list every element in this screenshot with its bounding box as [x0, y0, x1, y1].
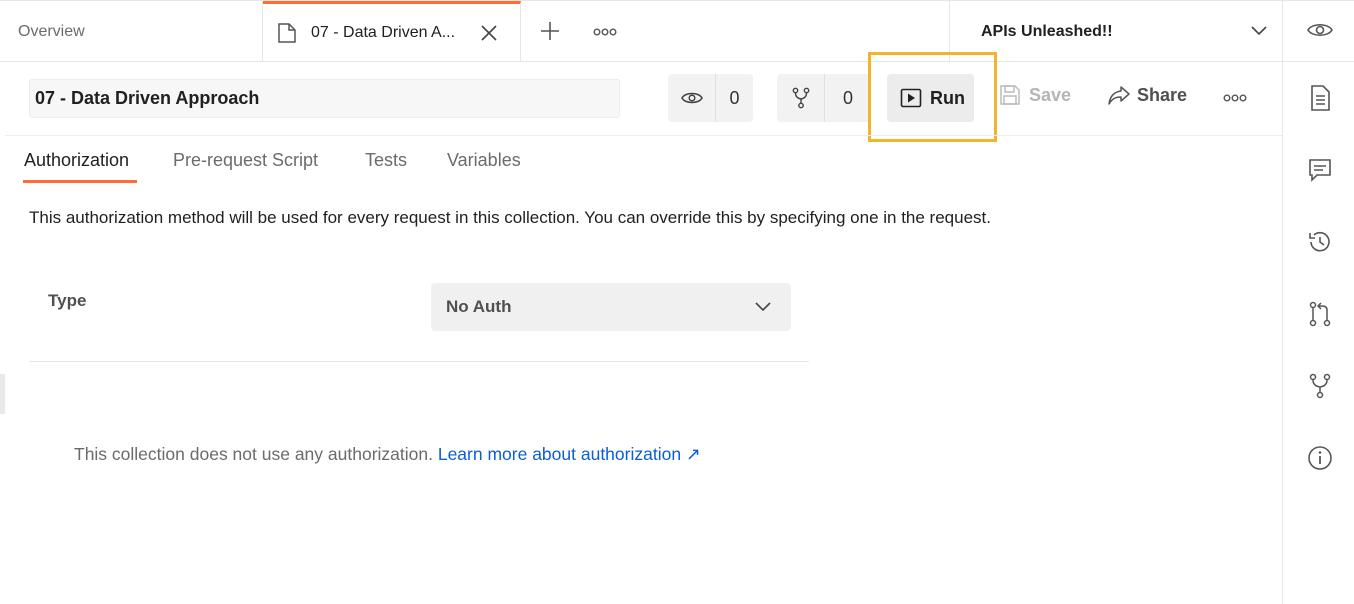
environment-name: APIs Unleashed!!: [981, 22, 1113, 40]
share-icon: [1108, 84, 1130, 106]
learn-more-link[interactable]: Learn more about authorization ↗: [438, 444, 701, 464]
pull-request-icon[interactable]: [1307, 301, 1333, 327]
tab-pre-request-script[interactable]: Pre-request Script: [173, 150, 318, 171]
add-tab-icon[interactable]: [538, 19, 562, 43]
type-label: Type: [48, 291, 87, 310]
no-auth-text: This collection does not use any authori…: [74, 444, 433, 464]
tab-authorization[interactable]: Authorization: [24, 150, 129, 171]
more-options-icon[interactable]: [1222, 88, 1248, 108]
fork-icon[interactable]: [1307, 373, 1333, 399]
chevron-down-icon: [753, 297, 773, 317]
more-tabs-icon[interactable]: [592, 21, 618, 43]
fork-button[interactable]: 0: [777, 74, 871, 122]
history-icon[interactable]: [1307, 229, 1333, 255]
save-label: Save: [1029, 84, 1072, 105]
save-button[interactable]: Save: [999, 84, 1071, 106]
play-icon: [900, 87, 922, 109]
auth-type-dropdown[interactable]: No Auth: [431, 283, 791, 331]
share-label: Share: [1137, 84, 1188, 105]
run-button[interactable]: Run: [887, 74, 974, 122]
watch-count: 0: [729, 87, 740, 108]
save-icon: [999, 84, 1021, 106]
authorization-description: This authorization method will be used f…: [29, 208, 991, 227]
tab-overview[interactable]: Overview: [0, 1, 263, 62]
share-button[interactable]: Share: [1108, 84, 1187, 106]
right-sidebar: [1282, 0, 1354, 604]
postman-app: Overview 07 - Data Driven A... APIs Unle…: [0, 0, 1354, 604]
fork-icon: [777, 74, 825, 122]
chevron-down-icon: [1249, 21, 1269, 41]
tab-variables[interactable]: Variables: [447, 150, 521, 171]
eye-icon: [668, 74, 716, 122]
active-tab-indicator: [23, 180, 137, 183]
eye-icon[interactable]: [1307, 17, 1333, 43]
tab-tests[interactable]: Tests: [365, 150, 407, 171]
header-divider: [5, 135, 1282, 136]
fork-count: 0: [842, 87, 853, 108]
tab-bar: Overview 07 - Data Driven A... APIs Unle…: [0, 0, 1354, 62]
auth-type-value: No Auth: [446, 297, 512, 316]
environment-selector[interactable]: APIs Unleashed!!: [949, 1, 1282, 62]
collection-name-field[interactable]: 07 - Data Driven Approach: [29, 79, 620, 118]
collection-icon: [276, 22, 298, 44]
sidebar-resize-handle[interactable]: [0, 374, 5, 414]
watch-button[interactable]: 0: [668, 74, 753, 122]
close-icon[interactable]: [477, 21, 501, 45]
comments-icon[interactable]: [1307, 157, 1333, 183]
tab-collection[interactable]: 07 - Data Driven A...: [263, 1, 521, 62]
tab-collection-label: 07 - Data Driven A...: [311, 24, 456, 41]
info-icon[interactable]: [1307, 445, 1333, 471]
run-label: Run: [930, 87, 965, 108]
type-divider: [29, 361, 809, 362]
no-auth-info: This collection does not use any authori…: [74, 444, 701, 465]
documentation-icon[interactable]: [1307, 85, 1333, 111]
